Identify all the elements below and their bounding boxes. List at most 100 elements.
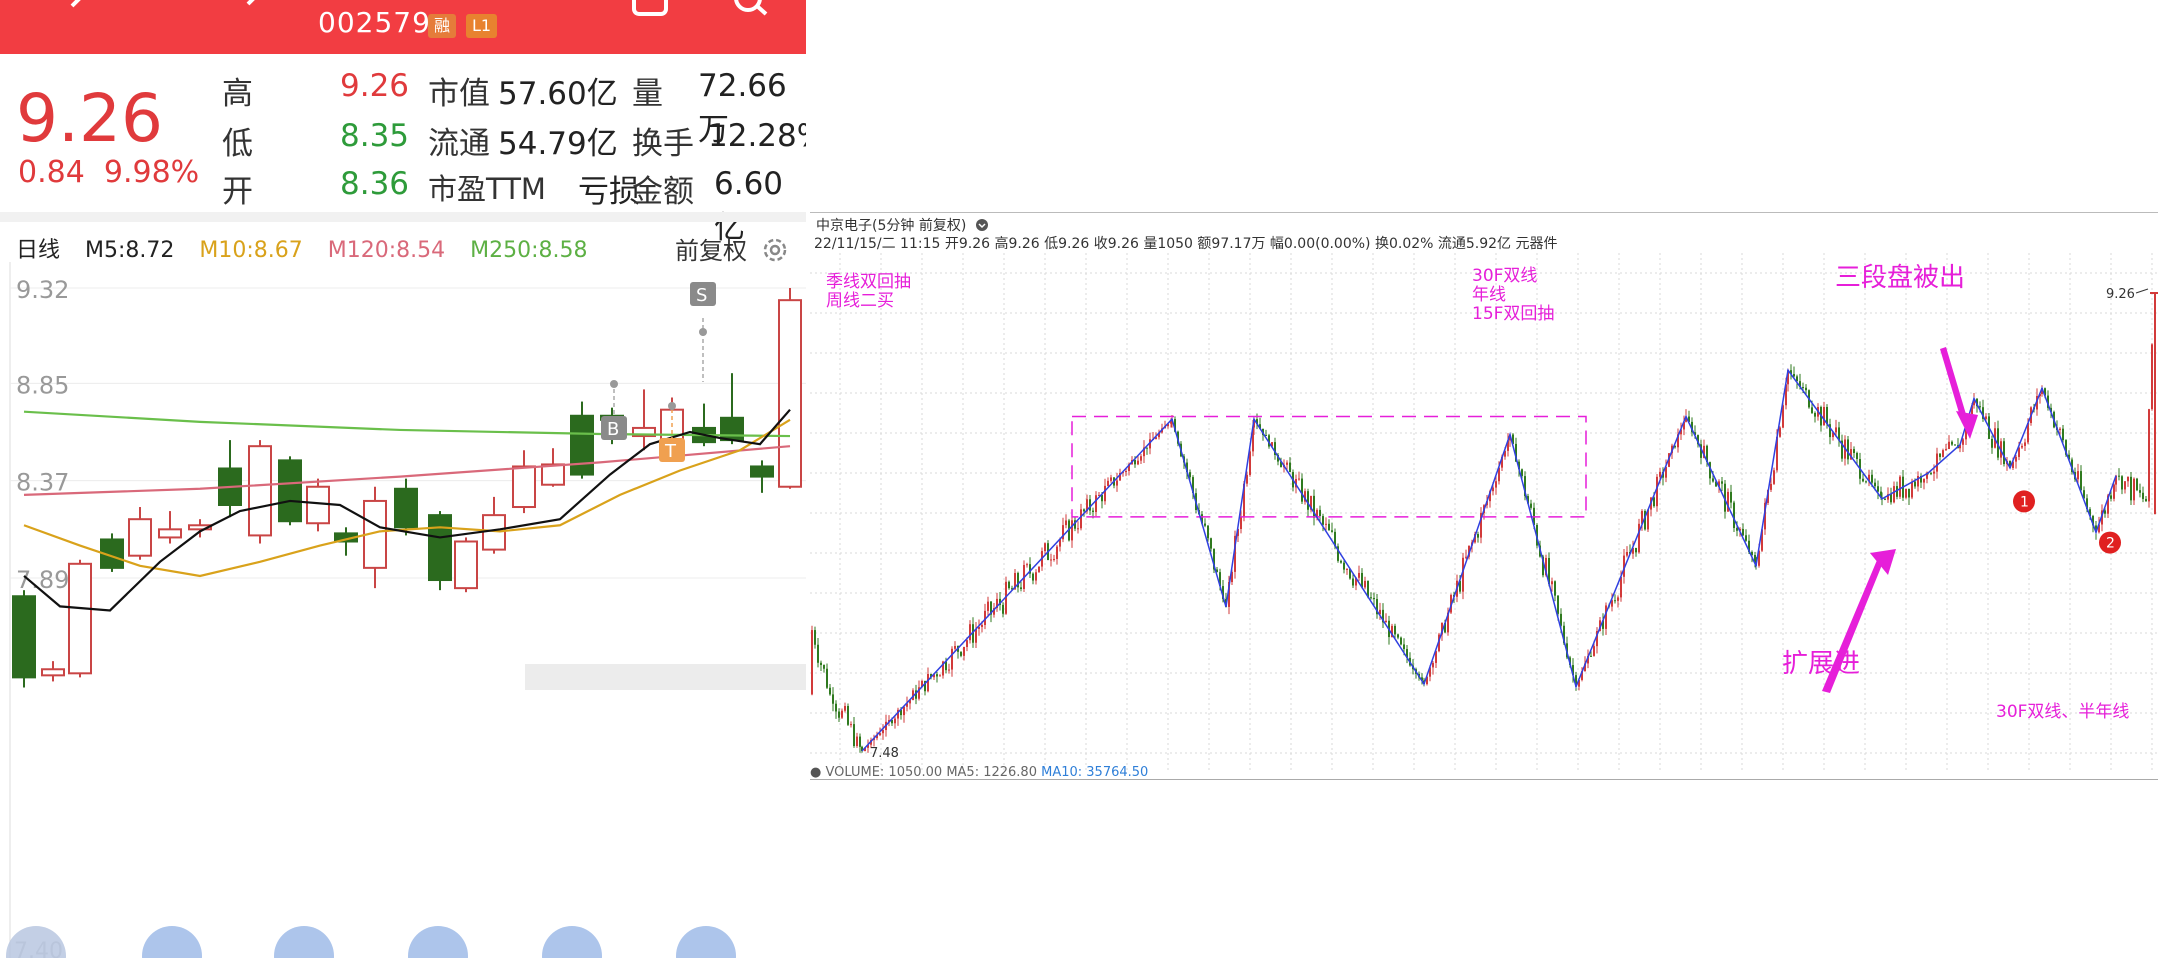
daily-kline-chart[interactable]: 9.328.858.377.897.40 9.26SBT [0,262,806,958]
candle-up [541,463,565,486]
candle-up [1659,471,1661,477]
search-icon[interactable] [730,0,770,28]
candle-down [394,487,418,529]
circle-marker-2-text: 2 [2106,536,2115,552]
candle-down [859,736,861,747]
candle-down [1733,502,1735,529]
candle-up [948,669,950,671]
candle-up [856,736,858,747]
candle-down [1319,509,1321,517]
ma10-legend: M10:8.67 [199,238,303,263]
pe-ttm-value: 亏损 [578,174,640,210]
candle-down [1742,528,1744,536]
five-minute-chart[interactable]: 7.48 9.26 1 2 [810,253,2158,773]
candle-down [1307,491,1309,510]
candle-up [811,630,813,695]
candle-up [1056,546,1058,559]
y-axis-label: 8.37 [16,469,69,497]
candle-up [1823,407,1825,426]
candle-down [1289,462,1291,473]
candle-up [1080,509,1082,529]
candle-up [482,514,506,551]
candle-down [2003,441,2005,465]
fullscreen-button[interactable] [676,926,736,958]
candle-down [1301,478,1303,502]
high-price-label: 9.26 [2106,287,2135,302]
chart-title-text: 中京电子(5分钟 前复权) [816,218,967,234]
candle-up [987,601,989,611]
candle-down [826,668,828,688]
candle-up [927,674,929,692]
candle-down [1908,488,1910,498]
pe-ttm-label: 市盈TTM [428,172,546,206]
prev-stock-icon[interactable] [232,0,268,26]
dropdown-icon[interactable] [975,218,989,232]
bar-info-line: 22/11/15/二 11:15 开9.26 高9.26 低9.26 收9.26… [814,236,1558,252]
alert-icon[interactable] [630,0,670,28]
candle-up [778,299,802,488]
candle-up [1298,478,1300,480]
candle-down [936,674,938,677]
back-button[interactable] [6,926,66,958]
ma-legend: 日线 M5:8.72 M10:8.67 M120:8.54 M250:8.58 [16,232,606,264]
zoom-in-button[interactable] [142,926,202,958]
candle-down [1862,478,1864,482]
amount-label: 金额 [632,174,694,210]
zoom-out-button[interactable] [274,926,334,958]
candle-down [1207,525,1209,539]
candle-up [158,528,182,539]
candle-down [1373,597,1375,600]
candle-down [1914,481,1916,487]
intraday-chart-window: 中京电子(5分钟 前复权) 22/11/15/二 11:15 开9.26 高9.… [810,212,2158,780]
settings-gear-icon[interactable] [761,236,789,264]
candle-down [1712,478,1714,482]
candle-up [1465,556,1467,558]
candle-down [1939,453,1941,457]
candle-up [966,640,968,647]
note-line: 周线二买 [826,291,894,311]
open-label: 开 [222,174,253,210]
candle-down [1204,523,1206,526]
candle-up [1770,483,1772,490]
candle-down [960,651,962,656]
current-price: 9.26 [16,80,163,157]
candle-down [1092,510,1094,513]
candle-up [1107,480,1109,486]
stock-header-bar: 002579 融 L1 [0,0,806,54]
candle-up [1962,439,1964,445]
candle-down [1002,604,1004,614]
period-label[interactable]: 日线 [16,238,60,263]
candle-down [2110,495,2112,499]
candle-down [1403,644,1405,650]
y-axis-label: 8.85 [16,371,69,399]
buy-marker-text: B [607,419,619,440]
candle-down [1730,491,1732,503]
candle-down [2145,498,2147,502]
candle-up [1899,476,1901,497]
sell-marker-text: S [696,285,707,306]
candle-up [1044,543,1046,552]
candle-down [1874,482,1876,487]
scroll-left-button[interactable] [408,926,468,958]
candle-up [2015,456,2017,462]
candle-down [1811,407,1813,413]
candle-down [1814,412,1816,417]
candle-down [1530,503,1532,508]
low-label: 低 [222,126,253,162]
scroll-right-button[interactable] [542,926,602,958]
back-arrow-icon[interactable] [60,0,96,26]
candle-down [1020,587,1022,589]
candle-down [1865,481,1867,483]
candle-up [1358,572,1360,578]
candle-up [1605,605,1607,629]
float-cap-value: 54.79亿 [498,126,618,162]
candle-down [1554,581,1556,596]
note-line: 年线 [1472,285,1506,305]
adjust-mode-button[interactable]: 前复权 [675,231,789,266]
candle-up [969,624,971,641]
turnover-label: 换手 [632,126,694,162]
level-tag: L1 [466,14,498,38]
candle-down [2121,476,2123,490]
candle-up [1638,523,1640,553]
candle-down [1146,447,1148,449]
